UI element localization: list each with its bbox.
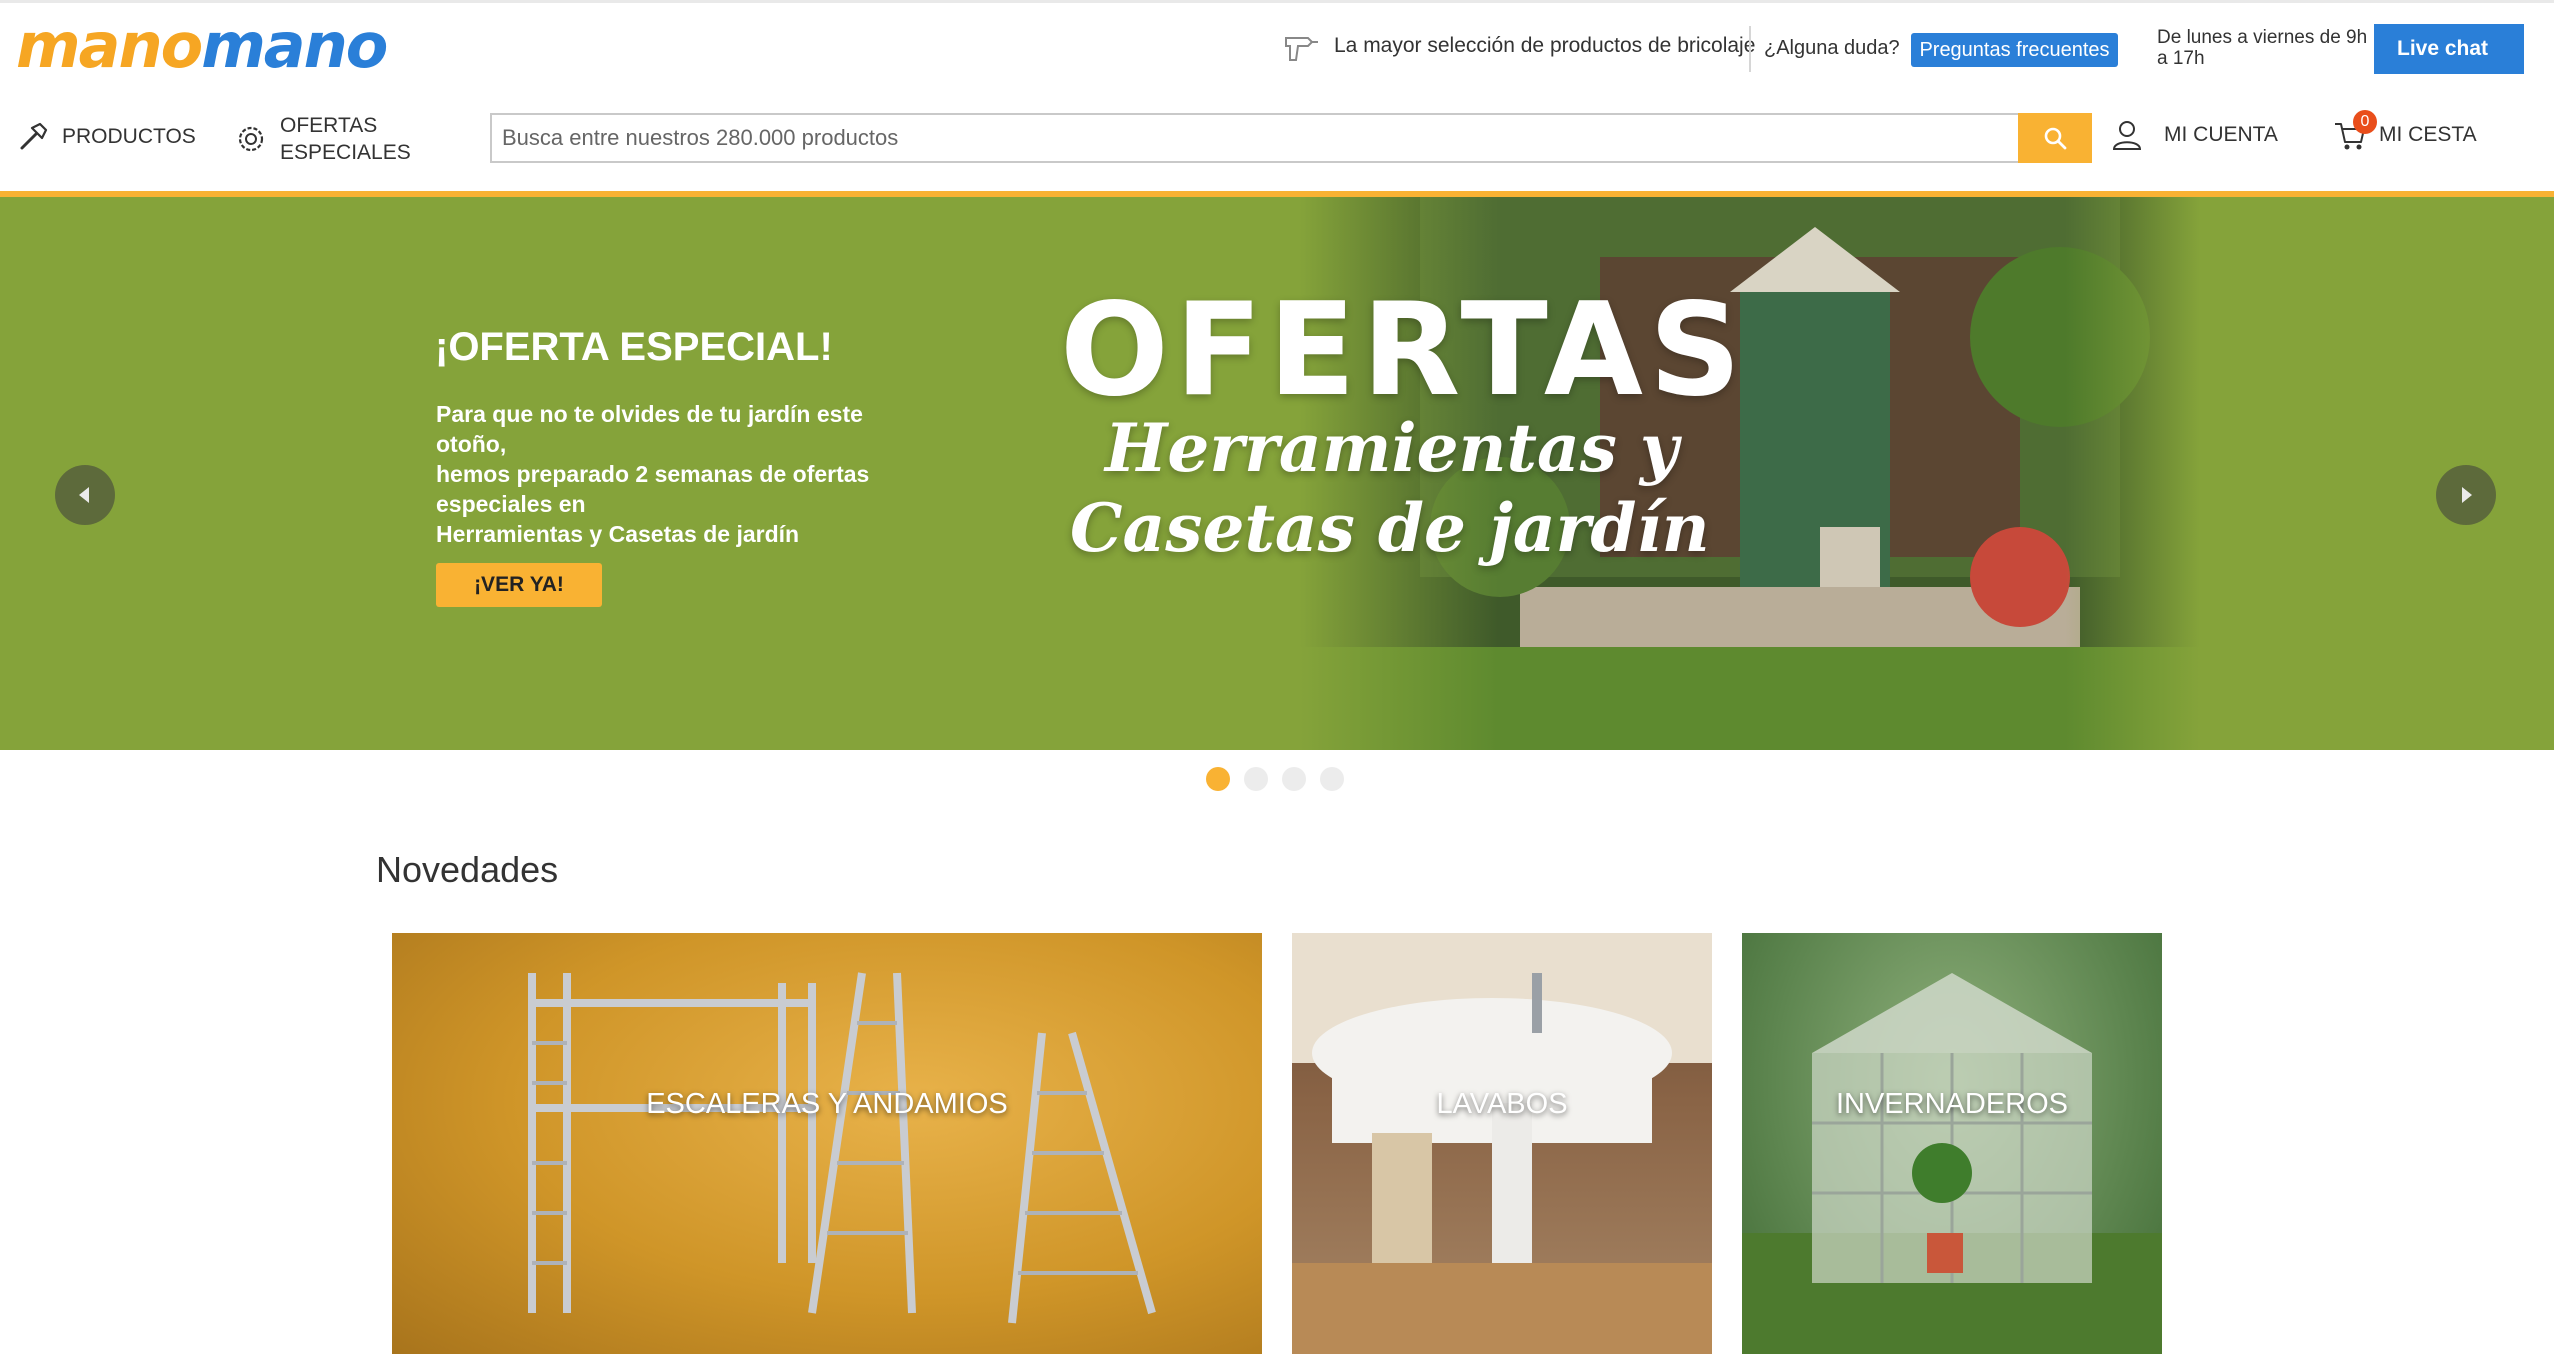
carousel-prev-button[interactable]	[55, 465, 115, 525]
hero-text-line-3: Herramientas y Casetas de jardín	[436, 521, 800, 547]
novedades-title: Novedades	[376, 849, 559, 890]
tile-invernaderos[interactable]: INVERNADEROS	[1742, 933, 2162, 1354]
manomano-logo[interactable]: manomano	[16, 12, 396, 80]
hero-description: Para que no te olvides de tu jardín este…	[436, 399, 876, 549]
tile-label: ESCALERAS Y ANDAMIOS	[646, 1088, 1008, 1120]
tile-lavabos[interactable]: LAVABOS	[1292, 933, 1712, 1354]
tile-label: LAVABOS	[1436, 1088, 1568, 1120]
account-label: MI CUENTA	[2164, 123, 2278, 146]
hammer-icon	[20, 122, 48, 150]
logo-part-1: mano	[16, 9, 203, 82]
faq-button[interactable]: Preguntas frecuentes	[1911, 33, 2118, 67]
search-button[interactable]	[2018, 113, 2092, 163]
carousel-dot-4[interactable]	[1320, 767, 1344, 791]
carousel-dot-1[interactable]	[1206, 767, 1230, 791]
hero-big-title: OFERTAS	[1060, 276, 1748, 425]
badge-percent-icon	[238, 126, 264, 152]
search-input[interactable]	[492, 115, 2022, 161]
tile-escaleras[interactable]: ESCALERAS Y ANDAMIOS	[392, 933, 1262, 1354]
hero-cta-button[interactable]: ¡VER YA!	[436, 563, 602, 607]
greenhouse-image	[1742, 973, 2162, 1354]
nav-productos-label: PRODUCTOS	[62, 125, 196, 148]
hero-script-line-2: Casetas de jardín	[1070, 489, 1710, 567]
search-icon	[2044, 127, 2067, 150]
ladders-image	[528, 972, 1156, 1324]
nav-ofertas-label: OFERTAS ESPECIALES	[280, 114, 411, 164]
logo-part-2: mano	[201, 9, 388, 82]
cart-label: MI CESTA	[2379, 123, 2477, 146]
sink-image	[1292, 933, 1712, 1354]
carousel-dot-2[interactable]	[1244, 767, 1268, 791]
carousel-dots	[1206, 767, 1344, 791]
support-hours: De lunes a viernes de 9h a 17h	[2157, 27, 2368, 69]
hero-title: ¡OFERTA ESPECIAL!	[435, 325, 833, 369]
search-box	[490, 113, 2092, 163]
cart-count-badge: 0	[2353, 110, 2377, 134]
nav-ofertas-especiales[interactable]: OFERTAS ESPECIALES	[234, 112, 420, 166]
chevron-right-icon	[2462, 487, 2472, 503]
nav-productos[interactable]: PRODUCTOS	[16, 120, 196, 154]
chevron-left-icon	[79, 487, 89, 503]
carousel-next-button[interactable]	[2436, 465, 2496, 525]
live-chat-button[interactable]: Live chat	[2374, 24, 2524, 74]
help-question: ¿Alguna duda?	[1764, 37, 1900, 59]
header-divider	[1749, 26, 1751, 72]
cart-link[interactable]: 0 MI CESTA	[2333, 110, 2477, 152]
tile-label: INVERNADEROS	[1835, 1088, 2069, 1120]
hero-text-line-2: hemos preparado 2 semanas de ofertas esp…	[436, 461, 870, 517]
hero-script-line-1: Herramientas y	[1105, 409, 1679, 487]
tagline: La mayor selección de productos de brico…	[1334, 34, 1756, 57]
top-border	[0, 0, 2554, 3]
user-icon	[2112, 121, 2142, 150]
hero-text-line-1: Para que no te olvides de tu jardín este…	[436, 401, 863, 457]
carousel-dot-3[interactable]	[1282, 767, 1306, 791]
drill-icon	[1285, 37, 1318, 61]
account-link[interactable]: MI CUENTA	[2110, 118, 2278, 152]
hero-carousel[interactable]: ¡OFERTA ESPECIAL! Para que no te olvides…	[0, 197, 2554, 750]
